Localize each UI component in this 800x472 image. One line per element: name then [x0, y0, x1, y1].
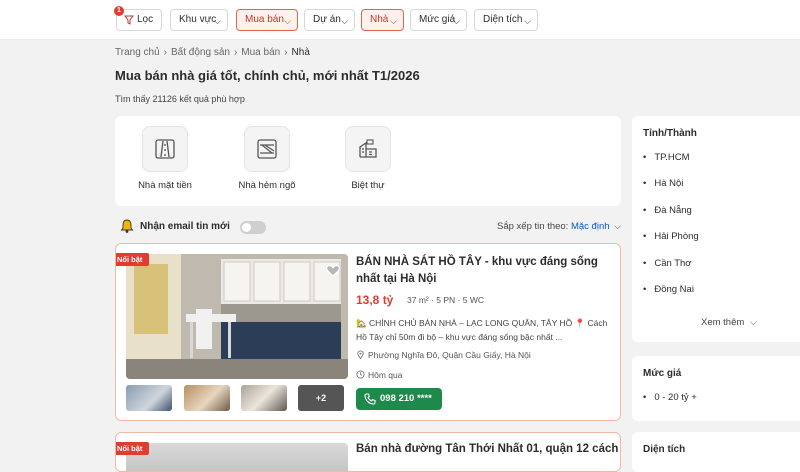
filter-label: Diện tích: [483, 14, 523, 25]
phone-number: 098 210 ****: [380, 393, 432, 404]
filter-label: Khu vực: [179, 14, 217, 25]
filter-bar: Lọc 1 Khu vực ⌵ Mua bán ⌵ Dự án ⌵ Nhà ⌵ …: [0, 0, 800, 40]
chevron-down-icon: ⌵: [453, 16, 460, 26]
breadcrumb-separator: ›: [284, 47, 288, 58]
province-item[interactable]: Hà Nội: [643, 178, 683, 189]
listing-title[interactable]: BÁN NHÀ SÁT HỒ TÂY - khu vực đáng sống n…: [356, 254, 611, 288]
chevron-down-icon: ⌵: [390, 16, 397, 26]
breadcrumb-buy-sell[interactable]: Mua bán: [241, 47, 280, 58]
category-label: Nhà hẻm ngõ: [238, 180, 296, 191]
chevron-down-icon: ⌵: [749, 317, 757, 327]
sort-control[interactable]: Sắp xếp tin theo: Mặc định ⌵: [497, 221, 621, 232]
notify-email-toggle[interactable]: [240, 221, 266, 234]
price-range-item[interactable]: 0 - 20 tỷ +: [643, 392, 697, 403]
call-phone-button[interactable]: 098 210 ****: [356, 388, 442, 410]
toggle-knob: [242, 223, 251, 232]
province-item[interactable]: Đà Nẵng: [643, 205, 692, 216]
clock-icon: [356, 370, 365, 379]
filter-label: Mua bán: [245, 14, 284, 25]
breadcrumb: Trang chủ › Bất động sản › Mua bán › Nhà: [115, 47, 310, 58]
province-item[interactable]: Đồng Nai: [643, 284, 694, 295]
filter-transaction-dropdown[interactable]: Mua bán ⌵: [236, 9, 298, 31]
phone-icon: [364, 393, 376, 405]
street-house-icon: [142, 126, 188, 172]
area-panel: Diện tích: [632, 432, 800, 472]
filter-button-label: Lọc: [137, 14, 154, 25]
chevron-down-icon: ⌵: [214, 16, 221, 26]
breadcrumb-separator: ›: [163, 47, 167, 58]
province-panel: Tỉnh/Thành TP.HCM Hà Nội Đà Nẵng Hải Phò…: [632, 116, 800, 342]
price-panel: Mức giá 0 - 20 tỷ +: [632, 356, 800, 421]
breadcrumb-home[interactable]: Trang chủ: [115, 47, 160, 58]
filter-label: Mức giá: [419, 14, 456, 25]
notify-email-label: Nhận email tin mới: [140, 221, 230, 232]
listing-card[interactable]: Nổi bật Bán nhà đường Tân Thới Nhất 01, …: [115, 432, 621, 472]
listing-specs: 37 m² · 5 PN · 5 WC: [407, 295, 484, 305]
province-item[interactable]: TP.HCM: [643, 152, 689, 163]
breadcrumb-current: Nhà: [291, 47, 310, 58]
chevron-down-icon: ⌵: [341, 16, 348, 26]
listing-price: 13,8 tỷ: [356, 293, 394, 307]
listing-time: Hôm qua: [356, 370, 403, 380]
filter-icon: [124, 15, 134, 25]
province-title: Tỉnh/Thành: [643, 128, 697, 139]
featured-badge: Nổi bật: [116, 253, 150, 266]
category-street-house[interactable]: Nhà mặt tiền: [110, 126, 220, 191]
listing-time-text: Hôm qua: [368, 370, 403, 380]
filter-price-dropdown[interactable]: Mức giá ⌵: [410, 9, 467, 31]
listing-location-text: Phường Nghĩa Đô, Quận Cầu Giấy, Hà Nội: [368, 350, 531, 360]
listing-thumbnail[interactable]: [184, 385, 230, 411]
sort-value: Mặc định: [570, 221, 610, 232]
province-item[interactable]: Cần Thơ: [643, 258, 691, 269]
category-label: Nhà mặt tiền: [138, 180, 192, 191]
listing-description: 🏡 CHÍNH CHỦ BÁN NHÀ – LẠC LONG QUÂN, TÂY…: [356, 318, 608, 342]
filter-type-dropdown[interactable]: Nhà ⌵: [361, 9, 404, 31]
listing-thumbnail[interactable]: [241, 385, 287, 411]
breadcrumb-real-estate[interactable]: Bất động sản: [171, 47, 230, 58]
listing-thumbnail[interactable]: [126, 385, 172, 411]
location-pin-icon: [357, 350, 364, 360]
see-more-label: Xem thêm: [701, 317, 745, 328]
featured-badge: Nổi bật: [116, 442, 150, 455]
listing-photo[interactable]: [126, 443, 348, 471]
filter-label: Nhà: [370, 14, 389, 25]
result-count: Tìm thấy 21126 kết quả phù hợp: [115, 94, 245, 104]
more-photos-thumbnail[interactable]: +2: [298, 385, 344, 411]
listing-card[interactable]: Nổi bật +2 BÁN NHÀ SÁT HỒ TÂY - khu vực …: [115, 243, 621, 421]
sort-label: Sắp xếp tin theo:: [497, 221, 569, 232]
heart-icon[interactable]: [325, 262, 341, 278]
breadcrumb-separator: ›: [233, 47, 238, 58]
alley-house-icon: [244, 126, 290, 172]
chevron-down-icon: ⌵: [614, 221, 621, 231]
filter-count-badge: 1: [114, 6, 124, 16]
listing-photo[interactable]: [126, 254, 348, 379]
category-villa[interactable]: Biệt thự: [313, 126, 423, 191]
category-panel: Nhà mặt tiền Nhà hẻm ngõ Biệt thự: [115, 116, 621, 206]
bell-icon: [120, 219, 134, 233]
province-item[interactable]: Hải Phòng: [643, 231, 698, 242]
filter-size-dropdown[interactable]: Diện tích ⌵: [474, 9, 538, 31]
see-more-button[interactable]: Xem thêm ⌵: [701, 317, 757, 328]
filter-project-dropdown[interactable]: Dự án ⌵: [304, 9, 355, 31]
price-title: Mức giá: [643, 368, 682, 379]
filter-area-dropdown[interactable]: Khu vực ⌵: [170, 9, 228, 31]
notify-sort-row: Nhận email tin mới Sắp xếp tin theo: Mặc…: [115, 218, 621, 236]
chevron-down-icon: ⌵: [284, 16, 291, 26]
page-title: Mua bán nhà giá tốt, chính chủ, mới nhất…: [115, 68, 420, 83]
listing-location: Phường Nghĩa Đô, Quận Cầu Giấy, Hà Nội: [356, 350, 531, 360]
category-label: Biệt thự: [351, 180, 385, 191]
filter-label: Dự án: [313, 14, 341, 25]
chevron-down-icon: ⌵: [524, 16, 531, 26]
category-alley-house[interactable]: Nhà hẻm ngõ: [212, 126, 322, 191]
villa-icon: [345, 126, 391, 172]
